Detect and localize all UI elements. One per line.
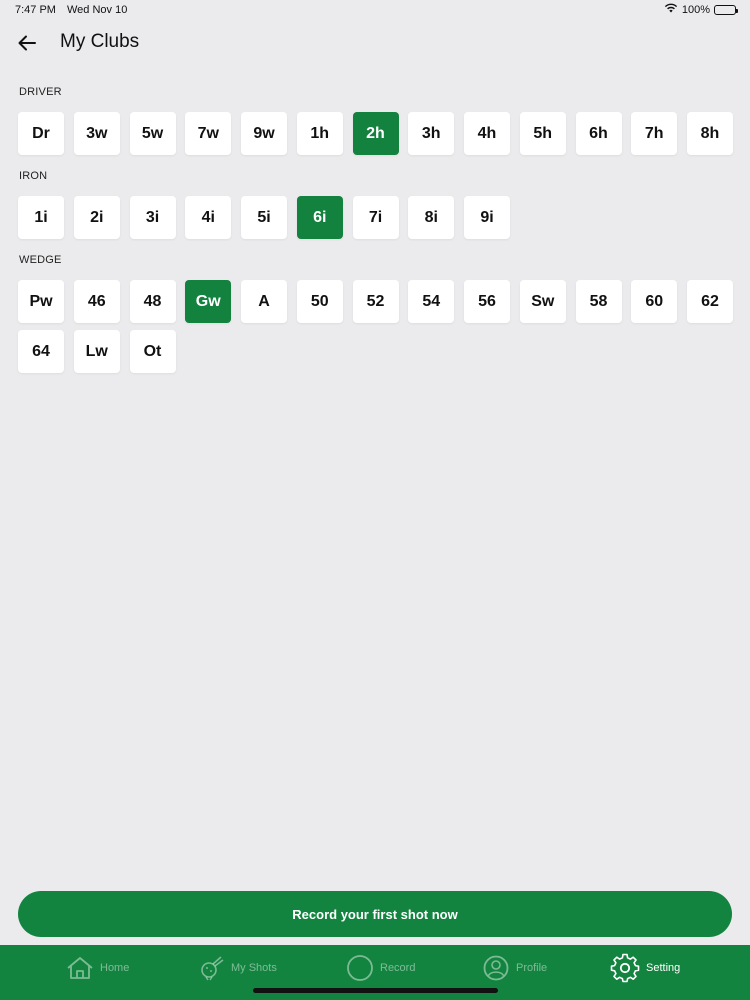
club-chip-48[interactable]: 48	[129, 280, 176, 323]
club-chip-64[interactable]: 64	[18, 330, 64, 373]
club-chip-pw[interactable]: Pw	[18, 280, 64, 323]
header: My Clubs	[0, 28, 750, 58]
section-label-wedge: WEDGE	[19, 254, 62, 266]
club-chip-3h[interactable]: 3h	[408, 112, 455, 155]
club-chip-8h[interactable]: 8h	[687, 112, 733, 155]
club-group-driver: Dr 3w 5w 7w 9w 1h 2h 3h 4h 5h 6h 7h 8h	[18, 112, 748, 162]
club-chip-58[interactable]: 58	[575, 280, 622, 323]
club-group-wedge: Pw 46 48 Gw A 50 52 54 56 Sw 58 60 62 64 Lw Ot	[18, 280, 748, 380]
club-chip-3w[interactable]: 3w	[73, 112, 120, 155]
club-chip-62[interactable]: 62	[687, 280, 733, 323]
home-indicator	[253, 988, 498, 993]
club-chip-5w[interactable]: 5w	[129, 112, 176, 155]
golf-shots-icon	[197, 955, 225, 981]
battery-icon	[714, 4, 738, 15]
club-chip-6h[interactable]: 6h	[575, 112, 622, 155]
club-chip-56[interactable]: 56	[464, 280, 510, 323]
tab-my-shots-label: My Shots	[231, 962, 277, 974]
club-chip-dr[interactable]: Dr	[18, 112, 64, 155]
back-arrow-icon[interactable]	[14, 30, 40, 56]
club-chip-54[interactable]: 54	[408, 280, 455, 323]
club-chip-9i[interactable]: 9i	[464, 196, 510, 239]
club-chip-sw[interactable]: Sw	[519, 280, 566, 323]
club-chip-4h[interactable]: 4h	[464, 112, 510, 155]
club-chip-4i[interactable]: 4i	[185, 196, 232, 239]
club-chip-2i[interactable]: 2i	[73, 196, 120, 239]
club-chip-5h[interactable]: 5h	[519, 112, 566, 155]
tab-my-shots[interactable]: My Shots	[197, 953, 277, 983]
status-bar: 7:47 PM Wed Nov 10 100%	[0, 0, 750, 22]
club-chip-52[interactable]: 52	[352, 280, 399, 323]
club-chip-9w[interactable]: 9w	[241, 112, 287, 155]
tab-record-label: Record	[380, 962, 416, 974]
section-label-driver: DRIVER	[19, 86, 62, 98]
record-icon	[346, 954, 374, 982]
tab-home[interactable]: Home	[66, 953, 129, 983]
club-group-iron: 1i 2i 3i 4i 5i 6i 7i 8i 9i	[18, 196, 748, 246]
tab-record[interactable]: Record	[346, 953, 415, 983]
tab-setting-label: Setting	[646, 962, 681, 974]
tab-profile-label: Profile	[516, 962, 548, 974]
profile-icon	[482, 954, 510, 982]
section-label-iron: IRON	[19, 170, 48, 182]
home-icon	[66, 956, 94, 980]
tab-setting[interactable]: Setting	[610, 953, 680, 983]
status-date: Wed Nov 10	[67, 4, 128, 16]
page-title: My Clubs	[60, 31, 140, 52]
club-chip-2h[interactable]: 2h	[352, 112, 399, 155]
club-chip-3i[interactable]: 3i	[129, 196, 176, 239]
club-chip-7h[interactable]: 7h	[631, 112, 678, 155]
club-chip-gw[interactable]: Gw	[185, 280, 232, 323]
battery-percent: 100%	[681, 3, 710, 16]
gear-icon	[610, 953, 640, 983]
club-chip-50[interactable]: 50	[296, 280, 343, 323]
record-first-shot-button[interactable]: Record your first shot now	[18, 891, 732, 937]
club-chip-lw[interactable]: Lw	[73, 330, 120, 373]
club-chip-a[interactable]: A	[241, 280, 287, 323]
tab-home-label: Home	[100, 962, 130, 974]
wifi-icon	[664, 3, 678, 16]
club-chip-60[interactable]: 60	[631, 280, 678, 323]
club-chip-1h[interactable]: 1h	[296, 112, 343, 155]
club-chip-6i[interactable]: 6i	[296, 196, 343, 239]
club-chip-ot[interactable]: Ot	[129, 330, 176, 373]
club-chip-7i[interactable]: 7i	[352, 196, 399, 239]
club-chip-7w[interactable]: 7w	[185, 112, 232, 155]
status-indicators: 100%	[664, 3, 738, 16]
club-chip-8i[interactable]: 8i	[408, 196, 455, 239]
status-time: 7:47 PM	[15, 4, 56, 16]
club-chip-46[interactable]: 46	[73, 280, 120, 323]
tab-profile[interactable]: Profile	[482, 953, 547, 983]
club-chip-1i[interactable]: 1i	[18, 196, 64, 239]
club-chip-5i[interactable]: 5i	[241, 196, 287, 239]
